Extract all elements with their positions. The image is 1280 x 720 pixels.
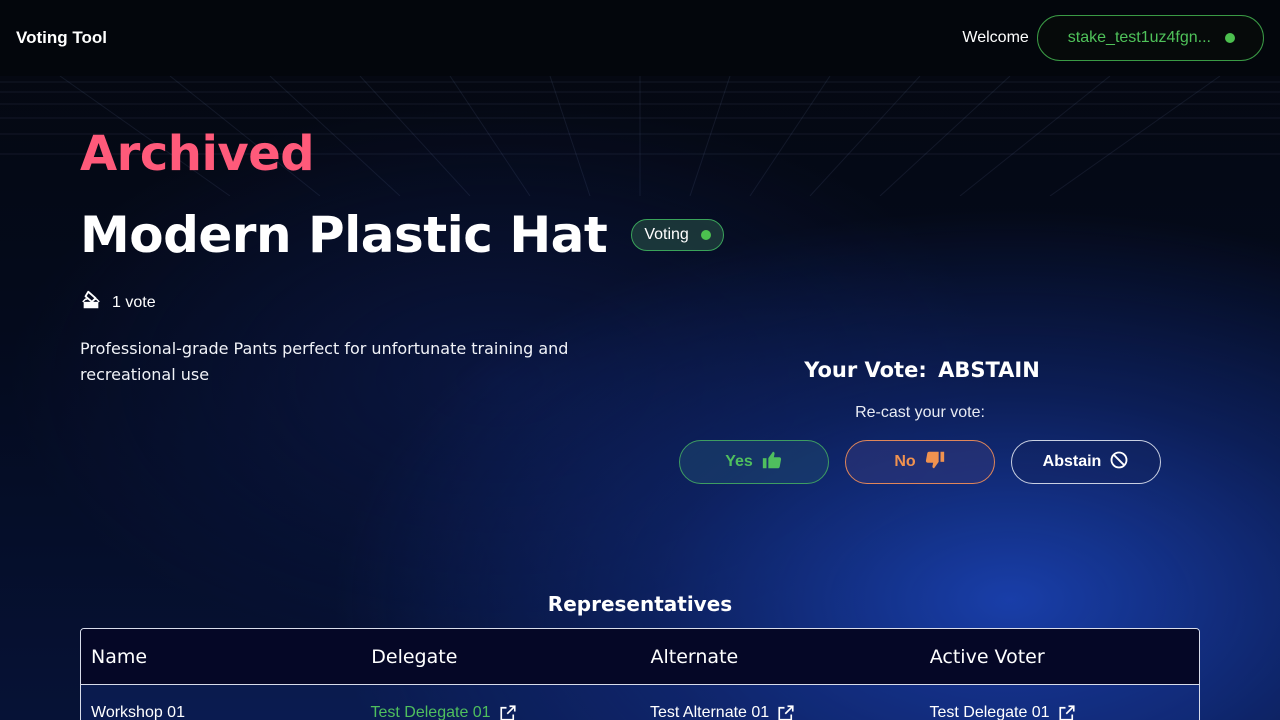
your-vote-label: Your Vote: [804, 358, 927, 382]
status-dot [700, 230, 711, 240]
vote-abstain-button[interactable]: Abstain [1011, 440, 1161, 484]
wallet-address: stake_test1uz4fgn... [1067, 29, 1211, 46]
proposal-state: Archived [80, 126, 315, 182]
table-row: Workshop 01 Test Delegate 01 Test Altern… [81, 685, 1199, 720]
vote-abstain-label: Abstain [1042, 453, 1102, 470]
proposal-description: Professional-grade Pants perfect for unf… [80, 339, 569, 384]
header-account: Welcome stake_test1uz4fgn... [962, 15, 1264, 61]
vote-buttons: Yes No Abstain [679, 440, 1161, 484]
vote-count-row: 1 vote [80, 289, 156, 316]
external-link-icon[interactable] [1058, 704, 1076, 720]
vote-panel: Your Vote: ABSTAIN Re-cast your vote: Ye… [679, 358, 1161, 484]
prohibited-icon [1109, 450, 1129, 475]
wallet-button[interactable]: stake_test1uz4fgn... [1036, 15, 1264, 61]
cell-active-voter[interactable]: Test Delegate 01 [920, 704, 1200, 720]
vote-no-button[interactable]: No [845, 440, 995, 484]
table-header: Name Delegate Alternate Active Voter [81, 629, 1199, 685]
wallet-status-dot [1225, 33, 1235, 43]
status-label: Voting [644, 226, 689, 243]
cell-name: Workshop 01 [81, 704, 361, 720]
delegate-link[interactable]: Test Delegate 01 [371, 704, 491, 720]
status-badge: Voting [631, 219, 724, 251]
workshop-name: Workshop 01 [91, 704, 185, 720]
external-link-icon[interactable] [777, 704, 795, 720]
welcome-text: Welcome [962, 29, 1029, 46]
thumbs-down-icon [924, 449, 946, 476]
alternate-link[interactable]: Test Alternate 01 [650, 704, 769, 720]
app-brand[interactable]: Voting Tool [16, 28, 107, 48]
your-vote: Your Vote: ABSTAIN [679, 358, 1161, 382]
proposal-title: Modern Plastic Hat [80, 206, 608, 264]
your-vote-value: ABSTAIN [938, 358, 1040, 382]
vote-no-label: No [894, 453, 916, 470]
ballot-box-icon [80, 289, 102, 316]
thumbs-up-icon [761, 449, 783, 476]
cell-alternate[interactable]: Test Alternate 01 [640, 704, 920, 720]
vote-yes-button[interactable]: Yes [679, 440, 829, 484]
vote-yes-label: Yes [725, 453, 753, 470]
vote-count: 1 vote [112, 293, 156, 311]
recast-prompt: Re-cast your vote: [855, 404, 985, 421]
proposal-title-row: Modern Plastic Hat Voting [80, 206, 724, 264]
top-navbar: Voting Tool Welcome stake_test1uz4fgn... [0, 0, 1280, 76]
representatives-table: Name Delegate Alternate Active Voter Wor… [80, 628, 1200, 720]
cell-delegate[interactable]: Test Delegate 01 [361, 704, 641, 720]
column-header-alternate: Alternate [650, 645, 739, 668]
column-header-active-voter: Active Voter [929, 645, 1045, 668]
column-header-name: Name [91, 645, 148, 668]
column-header-delegate: Delegate [371, 645, 458, 668]
active-voter-link[interactable]: Test Delegate 01 [930, 704, 1050, 720]
external-link-icon[interactable] [499, 704, 517, 720]
representatives-title: Representatives [547, 592, 733, 616]
